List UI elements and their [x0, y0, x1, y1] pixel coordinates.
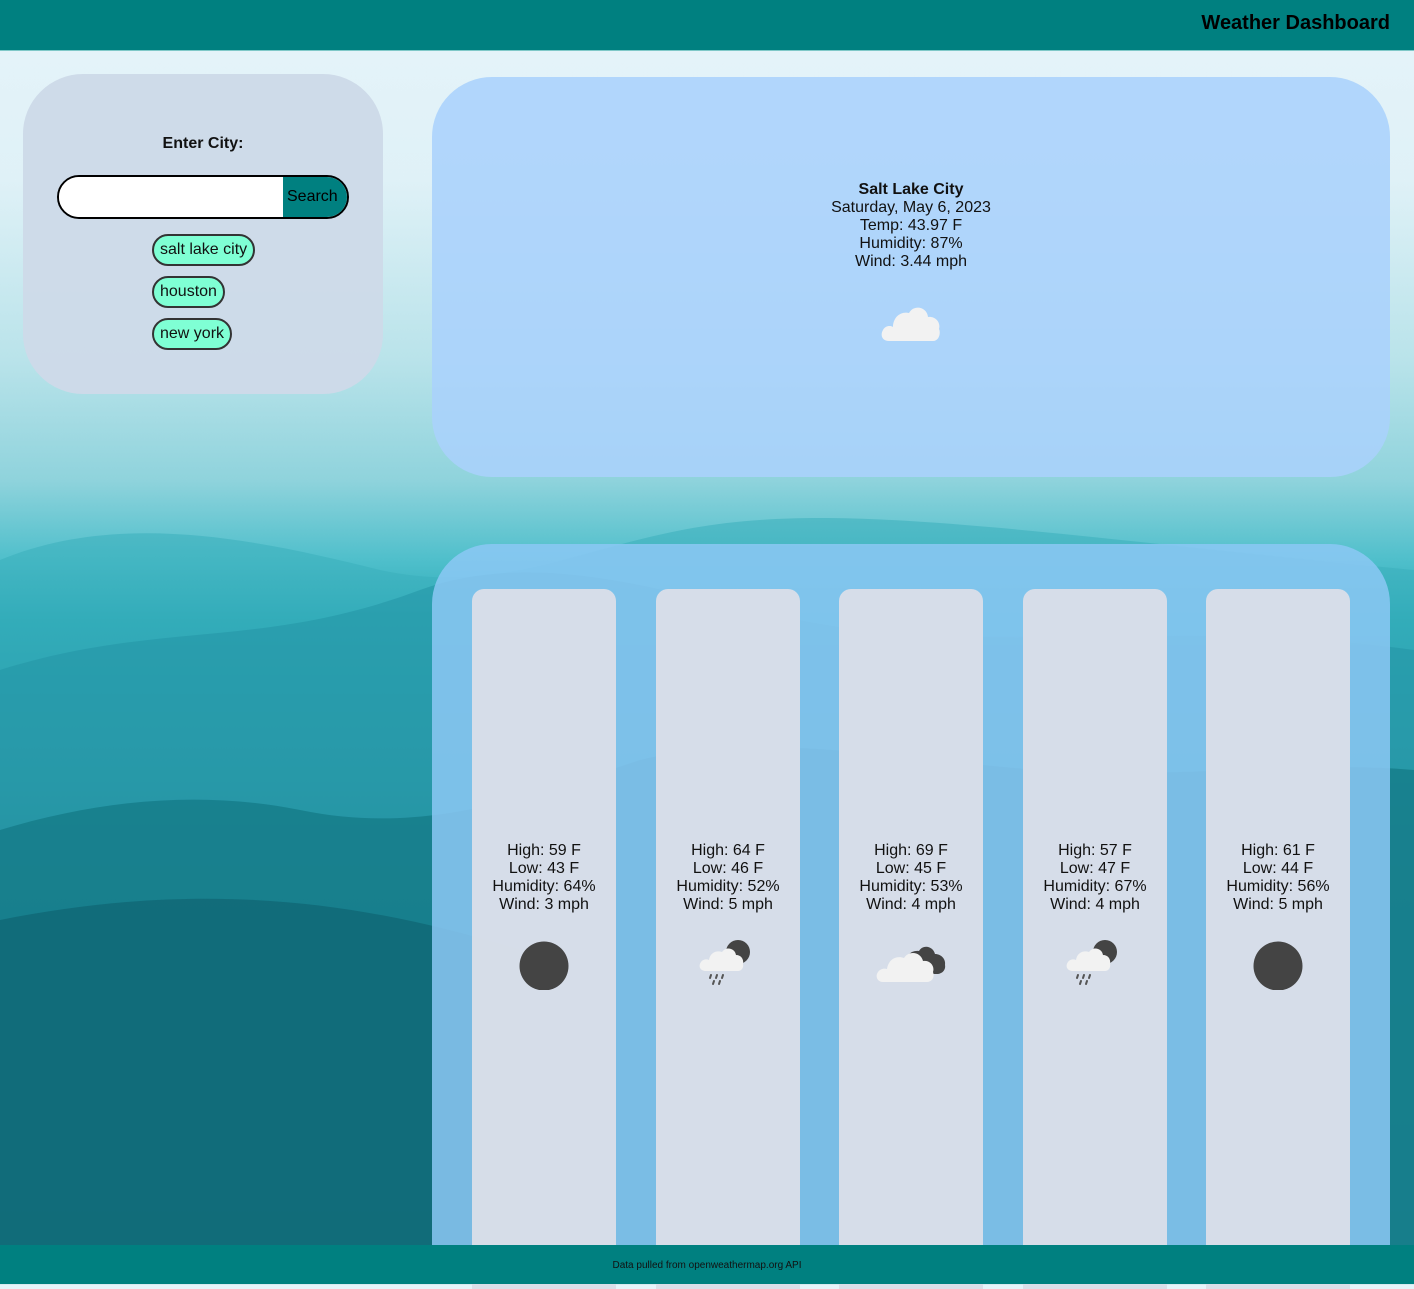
- forecast-card-4: High: 57 F Low: 47 F Humidity: 67% Wind:…: [1023, 589, 1167, 1289]
- search-button[interactable]: Search: [283, 177, 347, 217]
- forecast-wind: Wind: 5 mph: [1233, 896, 1323, 913]
- current-weather-info: Salt Lake City Saturday, May 6, 2023 Tem…: [432, 181, 1390, 271]
- forecast-low: Low: 47 F: [1059, 860, 1131, 877]
- cloud-icon: [881, 307, 940, 341]
- current-city: Salt Lake City: [858, 181, 964, 198]
- forecast-high: High: 61 F: [1241, 842, 1315, 859]
- forecast-humidity: Humidity: 53%: [859, 878, 963, 895]
- forecast-high: High: 59 F: [507, 842, 581, 859]
- forecast-high: High: 64 F: [691, 842, 765, 859]
- forecast-high: High: 69 F: [874, 842, 948, 859]
- forecast-card-1: High: 59 F Low: 43 F Humidity: 64% Wind:…: [472, 589, 616, 1289]
- history-button-houston[interactable]: houston: [152, 276, 225, 308]
- forecast-wind: Wind: 5 mph: [683, 896, 773, 913]
- history-button-new-york[interactable]: new york: [152, 318, 233, 350]
- forecast-humidity: Humidity: 52%: [676, 878, 780, 895]
- dark-circle-icon: [1253, 941, 1303, 990]
- current-temp: Temp: 43.97 F: [859, 217, 963, 234]
- forecast-wind: Wind: 4 mph: [1050, 896, 1140, 913]
- forecast-low: Low: 45 F: [875, 860, 947, 877]
- rain-cloud-icon: [699, 940, 750, 985]
- forecast-info: High: 59 F Low: 43 F Humidity: 64% Wind:…: [472, 842, 616, 914]
- forecast-high: High: 57 F: [1058, 842, 1132, 859]
- search-panel: Enter City: Search salt lake city housto…: [23, 74, 383, 394]
- forecast-panel: High: 59 F Low: 43 F Humidity: 64% Wind:…: [432, 544, 1390, 1289]
- history-button-salt-lake-city[interactable]: salt lake city: [152, 234, 256, 266]
- current-weather-panel: Salt Lake City Saturday, May 6, 2023 Tem…: [432, 77, 1390, 477]
- app-header: Weather Dashboard: [0, 0, 1414, 51]
- forecast-low: Low: 44 F: [1242, 860, 1314, 877]
- current-humidity: Humidity: 87%: [859, 235, 963, 252]
- forecast-wind: Wind: 3 mph: [499, 896, 589, 913]
- forecast-humidity: Humidity: 67%: [1043, 878, 1147, 895]
- forecast-low: Low: 43 F: [508, 860, 580, 877]
- city-search-input[interactable]: [59, 177, 281, 217]
- dark-circle-icon: [519, 941, 569, 990]
- rain-cloud-icon: [1066, 940, 1117, 985]
- city-label: Enter City:: [162, 135, 244, 152]
- forecast-low: Low: 46 F: [692, 860, 764, 877]
- forecast-wind: Wind: 4 mph: [866, 896, 956, 913]
- forecast-humidity: Humidity: 56%: [1226, 878, 1330, 895]
- app-title: Weather Dashboard: [1201, 12, 1390, 34]
- current-date: Saturday, May 6, 2023: [831, 199, 991, 216]
- footer-attribution: Data pulled from openweathermap.org API: [612, 1260, 802, 1271]
- forecast-humidity: Humidity: 64%: [492, 878, 596, 895]
- forecast-card-5: High: 61 F Low: 44 F Humidity: 56% Wind:…: [1206, 589, 1350, 1289]
- search-bar: Search: [57, 175, 349, 219]
- forecast-info: High: 57 F Low: 47 F Humidity: 67% Wind:…: [1023, 842, 1167, 914]
- app-footer: Data pulled from openweathermap.org API: [0, 1245, 1414, 1284]
- forecast-info: High: 64 F Low: 46 F Humidity: 52% Wind:…: [656, 842, 800, 914]
- forecast-card-3: High: 69 F Low: 45 F Humidity: 53% Wind:…: [839, 589, 983, 1289]
- forecast-info: High: 69 F Low: 45 F Humidity: 53% Wind:…: [839, 842, 983, 914]
- forecast-card-2: High: 64 F Low: 46 F Humidity: 52% Wind:…: [656, 589, 800, 1289]
- current-wind: Wind: 3.44 mph: [854, 253, 968, 270]
- broken-clouds-icon: [876, 946, 946, 982]
- forecast-info: High: 61 F Low: 44 F Humidity: 56% Wind:…: [1206, 842, 1350, 914]
